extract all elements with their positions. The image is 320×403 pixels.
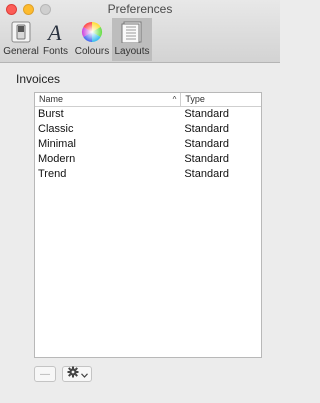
- layout-name: Modern: [38, 153, 76, 165]
- layout-name: Trend: [38, 168, 67, 180]
- layout-type: Standard: [184, 138, 229, 150]
- layout-name: Burst: [38, 108, 64, 120]
- remove-label: —: [40, 368, 50, 380]
- remove-layout-button[interactable]: —: [34, 366, 56, 382]
- general-switch-icon: [8, 20, 34, 44]
- column-header-name-label: Name: [39, 94, 64, 104]
- svg-text:A: A: [46, 21, 62, 43]
- action-menu-button[interactable]: [62, 366, 92, 382]
- table-header: Name ^ Type: [35, 93, 261, 107]
- invoices-label: Invoices: [16, 72, 61, 86]
- tab-colours-label: Colours: [74, 46, 110, 57]
- table-row[interactable]: Trend Standard: [35, 167, 261, 182]
- column-header-name[interactable]: Name ^: [35, 93, 182, 106]
- table-row[interactable]: Burst Standard: [35, 107, 261, 122]
- table-row[interactable]: Modern Standard: [35, 152, 261, 167]
- table-actions: —: [34, 366, 92, 382]
- color-wheel-icon: [79, 20, 105, 44]
- tab-layouts-label: Layouts: [114, 46, 150, 57]
- tab-colours[interactable]: Colours: [72, 18, 112, 61]
- tab-fonts-label: Fonts: [42, 46, 68, 57]
- toolbar: Preferences General A Fonts Colours Layo…: [0, 0, 280, 63]
- tab-general[interactable]: General: [3, 18, 39, 61]
- layout-name: Minimal: [38, 138, 76, 150]
- column-header-type[interactable]: Type: [181, 93, 261, 106]
- layouts-table[interactable]: Name ^ Type Burst Standard Classic Stand…: [34, 92, 262, 358]
- tab-layouts[interactable]: Layouts: [112, 18, 152, 61]
- table-row[interactable]: Minimal Standard: [35, 137, 261, 152]
- table-row[interactable]: Classic Standard: [35, 122, 261, 137]
- chevron-down-icon: [80, 365, 88, 383]
- layout-type: Standard: [184, 108, 229, 120]
- sort-ascending-icon: ^: [172, 95, 177, 104]
- window-title: Preferences: [107, 2, 173, 16]
- tab-general-label: General: [3, 46, 39, 57]
- layouts-grid-icon: [119, 20, 145, 44]
- font-a-icon: A: [43, 20, 69, 44]
- gear-icon: [67, 365, 79, 383]
- preferences-window: Preferences General A Fonts Colours Layo…: [0, 0, 280, 403]
- layout-type: Standard: [184, 153, 229, 165]
- layout-name: Classic: [38, 123, 74, 135]
- preferences-tabs: General A Fonts Colours Layouts: [3, 18, 152, 61]
- layout-type: Standard: [184, 123, 229, 135]
- column-header-type-label: Type: [185, 94, 205, 104]
- tab-fonts[interactable]: A Fonts: [39, 18, 72, 61]
- layout-type: Standard: [184, 168, 229, 180]
